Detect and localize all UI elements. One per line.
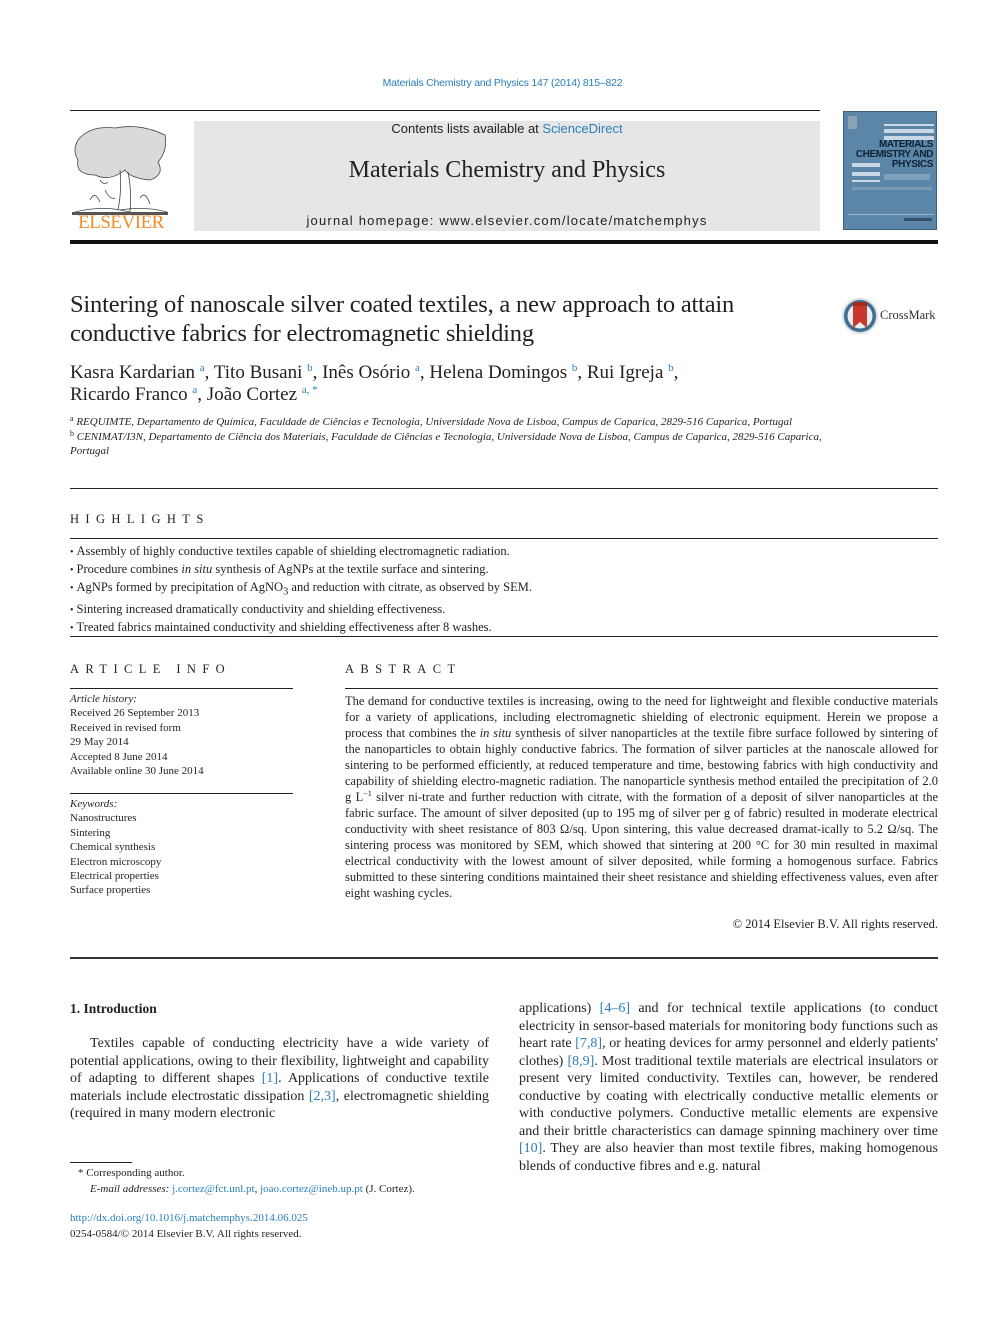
doi-link[interactable]: http://dx.doi.org/10.1016/j.matchemphys.… xyxy=(70,1212,308,1224)
masthead-bottom-rule xyxy=(70,240,938,244)
divider xyxy=(70,957,938,959)
author-name[interactable]: Helena Domingos xyxy=(429,362,571,383)
article-info-heading: ARTICLE INFO xyxy=(70,662,232,676)
cover-elsevier-icon xyxy=(848,116,857,129)
contents-line: Contents lists available at ScienceDirec… xyxy=(194,121,820,136)
history-item: 29 May 2014 xyxy=(70,736,129,749)
author-name[interactable]: Ricardo Franco xyxy=(70,384,192,405)
author-affiliation-marker[interactable]: b xyxy=(307,362,313,374)
history-item: Accepted 8 June 2014 xyxy=(70,750,168,763)
highlights-list: Assembly of highly conductive textiles c… xyxy=(70,543,930,637)
article-title: Sintering of nanoscale silver coated tex… xyxy=(70,291,735,347)
keyword: Chemical synthesis xyxy=(70,841,156,854)
keywords: Keywords: Nanostructures Sintering Chemi… xyxy=(70,797,295,898)
journal-cover-thumbnail[interactable]: MATERIALS CHEMISTRY AND PHYSICS xyxy=(843,111,937,230)
highlight-item: AgNPs formed by precipitation of AgNO3 a… xyxy=(70,579,930,601)
keywords-label: Keywords: xyxy=(70,798,118,810)
email-label: E-mail addresses: xyxy=(90,1182,170,1195)
article-history: Article history: Received 26 September 2… xyxy=(70,692,295,778)
elsevier-wordmark[interactable]: ELSEVIER xyxy=(70,212,172,234)
abstract-heading: ABSTRACT xyxy=(345,662,462,676)
author-list: Kasra Kardarian a, Tito Busani b, Inês O… xyxy=(70,362,679,405)
history-item: Received in revised form xyxy=(70,721,181,734)
history-label: Article history: xyxy=(70,693,137,705)
author-name[interactable]: Inês Osório xyxy=(322,362,415,383)
abstract-copyright: © 2014 Elsevier B.V. All rights reserved… xyxy=(732,917,938,931)
author-affiliation-marker[interactable]: a xyxy=(200,362,205,374)
divider xyxy=(70,793,293,794)
highlight-item: Assembly of highly conductive textiles c… xyxy=(70,543,930,561)
keyword: Sintering xyxy=(70,826,111,839)
footnote-rule xyxy=(70,1162,132,1163)
affiliation-key: a xyxy=(70,414,74,423)
email-link[interactable]: j.cortez@fct.unl.pt xyxy=(172,1183,255,1195)
divider xyxy=(70,636,938,637)
journal-citation-link[interactable]: Materials Chemistry and Physics 147 (201… xyxy=(0,77,992,89)
footnote: * Corresponding author. E-mail addresses… xyxy=(78,1166,498,1197)
homepage-url-link[interactable]: www.elsevier.com/locate/matchemphys xyxy=(439,213,707,228)
highlight-item: Sintering increased dramatically conduct… xyxy=(70,601,930,619)
author-affiliation-marker[interactable]: a xyxy=(415,362,420,374)
affiliation: b CENIMAT/I3N, Departamento de Ciência d… xyxy=(70,428,822,458)
abstract-text: The demand for conductive textiles is in… xyxy=(345,694,938,900)
affiliations: a REQUIMTE, Departamento de Química, Fac… xyxy=(70,415,830,459)
corresponding-author-note: * Corresponding author. xyxy=(78,1167,185,1179)
doi-block: http://dx.doi.org/10.1016/j.matchemphys.… xyxy=(70,1211,490,1242)
author-name[interactable]: João Cortez xyxy=(207,384,302,405)
author-affiliation-marker[interactable]: a, * xyxy=(302,384,318,396)
keyword: Electron microscopy xyxy=(70,855,162,868)
author-name[interactable]: Kasra Kardarian xyxy=(70,362,200,383)
author-affiliation-marker[interactable]: b xyxy=(572,362,578,374)
homepage-prefix: journal homepage: xyxy=(306,213,440,228)
highlight-item: Procedure combines in situ synthesis of … xyxy=(70,561,930,579)
divider xyxy=(70,538,938,539)
issn-copyright: 0254-0584/© 2014 Elsevier B.V. All right… xyxy=(70,1227,302,1240)
divider xyxy=(345,688,938,689)
highlight-item: Treated fabrics maintained conductivity … xyxy=(70,619,930,637)
divider xyxy=(70,488,938,489)
section-heading-introduction: 1. Introduction xyxy=(70,1001,157,1016)
keyword: Nanostructures xyxy=(70,812,137,825)
crossmark-label[interactable]: CrossMark xyxy=(880,308,936,323)
affiliation-key: b xyxy=(70,428,74,438)
affiliation: a REQUIMTE, Departamento de Química, Fac… xyxy=(70,414,793,429)
history-item: Received 26 September 2013 xyxy=(70,707,200,720)
author-name[interactable]: Tito Busani xyxy=(214,362,307,383)
author-affiliation-marker[interactable]: b xyxy=(668,362,674,374)
email-link[interactable]: joao.cortez@ineb.up.pt xyxy=(260,1183,363,1195)
highlights-heading: HIGHLIGHTS xyxy=(70,512,210,526)
sciencedirect-link[interactable]: ScienceDirect xyxy=(542,121,622,136)
journal-homepage: journal homepage: www.elsevier.com/locat… xyxy=(194,213,820,228)
email-suffix: (J. Cortez). xyxy=(365,1182,415,1195)
history-item: Available online 30 June 2014 xyxy=(70,765,204,778)
keyword: Surface properties xyxy=(70,884,151,897)
journal-title: Materials Chemistry and Physics xyxy=(348,157,666,183)
email-line: E-mail addresses: j.cortez@fct.unl.pt, j… xyxy=(90,1182,415,1195)
author-affiliation-marker[interactable]: a xyxy=(192,384,197,396)
author-name[interactable]: Rui Igreja xyxy=(587,362,668,383)
keyword: Electrical properties xyxy=(70,870,159,883)
introduction-column-1: Textiles capable of conducting electrici… xyxy=(70,1036,489,1121)
divider xyxy=(70,688,293,689)
introduction-column-2: applications) [4–6] and for technical te… xyxy=(519,1001,938,1174)
contents-prefix: Contents lists available at xyxy=(391,121,543,136)
masthead-top-rule xyxy=(70,110,820,111)
